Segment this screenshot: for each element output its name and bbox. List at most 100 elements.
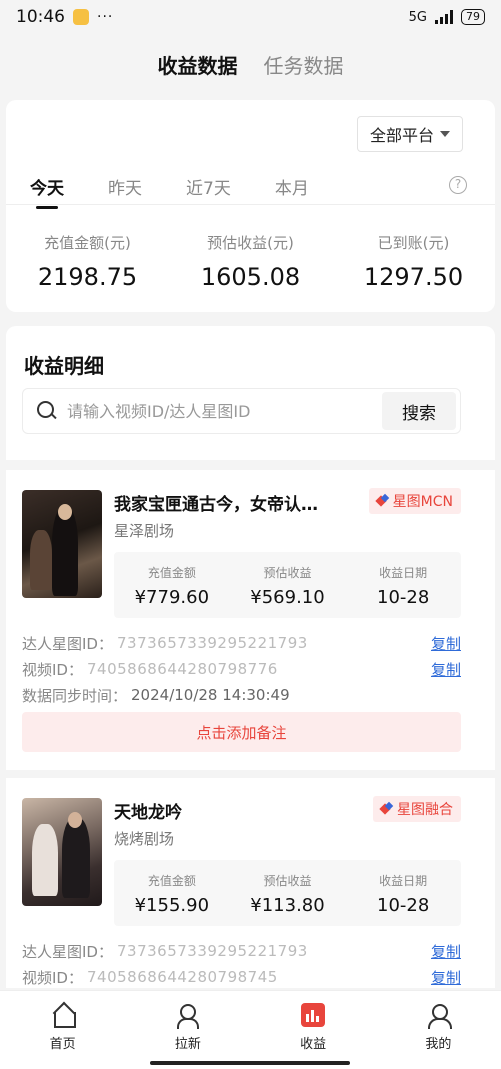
bar-chart-icon — [301, 1003, 326, 1027]
stat-estimated: 预估收益 ¥113.80 — [230, 860, 346, 926]
home-icon — [51, 1003, 76, 1028]
video-id-value: 7405868644280798745 — [86, 968, 278, 986]
star-id-row: 达人星图ID： 7373657339295221793 复制 — [22, 938, 461, 964]
stat-date: 收益日期 10-28 — [345, 860, 461, 926]
stat-value: 10-28 — [377, 587, 430, 608]
xingtu-icon — [377, 495, 389, 507]
record-card: 我家宝匣通古今，女帝认… 星泽剧场 星图MCN 充值金额 ¥779.60 预估收… — [6, 470, 495, 770]
notification-icon — [73, 9, 89, 25]
star-id-label: 达人星图ID： — [22, 942, 113, 961]
xingtu-icon — [381, 803, 393, 815]
video-id-row: 视频ID： 7405868644280798745 复制 — [22, 964, 461, 988]
source-badge: 星图MCN — [368, 488, 461, 514]
tab-this-month[interactable]: 本月 — [275, 174, 309, 199]
nav-label: 首页 — [49, 1037, 76, 1052]
tab-earnings-data[interactable]: 收益数据 — [158, 50, 238, 80]
period-tabs: 今天 昨天 近7天 本月 — [30, 174, 309, 199]
platform-select[interactable]: 全部平台 — [356, 116, 463, 152]
metric-label: 充值金额(元) — [44, 234, 131, 252]
sync-time-row: 数据同步时间： 2024/10/28 14:30:49 — [22, 682, 461, 708]
caret-down-icon — [440, 131, 450, 137]
metric-estimated-earnings: 预估收益(元) 1605.08 — [169, 232, 332, 291]
divider — [6, 204, 495, 205]
stat-recharge: 充值金额 ¥779.60 — [114, 552, 230, 618]
star-id-value: 7373657339295221793 — [116, 942, 308, 960]
tab-today[interactable]: 今天 — [30, 174, 64, 199]
bottom-nav: 首页 拉新 收益 我的 — [0, 990, 501, 1069]
copy-video-id-button[interactable]: 复制 — [431, 967, 461, 988]
search-icon — [37, 401, 57, 421]
metric-label: 已到账(元) — [377, 234, 450, 252]
stat-label: 收益日期 — [379, 566, 428, 580]
stat-value: ¥779.60 — [134, 587, 210, 608]
source-badge-label: 星图融合 — [397, 802, 453, 818]
nav-home[interactable]: 首页 — [0, 991, 125, 1069]
stat-value: ¥113.80 — [250, 895, 325, 916]
drama-title: 天地龙吟 — [114, 803, 182, 823]
stat-label: 充值金额 — [147, 874, 196, 888]
metric-value: 1605.08 — [200, 263, 301, 291]
source-badge: 星图融合 — [373, 796, 461, 822]
info-rows: 达人星图ID： 7373657339295221793 复制 视频ID： 740… — [22, 630, 461, 708]
add-remark-button[interactable]: 点击添加备注 — [22, 712, 461, 752]
status-more: ··· — [97, 9, 114, 25]
stat-value: ¥155.90 — [134, 895, 210, 916]
tab-last-7-days[interactable]: 近7天 — [186, 174, 231, 199]
drama-title: 我家宝匣通古今，女帝认… — [114, 495, 318, 515]
drama-studio: 星泽剧场 — [114, 522, 175, 540]
info-rows: 达人星图ID： 7373657339295221793 复制 视频ID： 740… — [22, 938, 461, 988]
star-id-value: 7373657339295221793 — [116, 634, 308, 652]
battery-icon: 79 — [461, 9, 485, 25]
search-button[interactable]: 搜索 — [382, 392, 456, 430]
nav-profile[interactable]: 我的 — [376, 991, 501, 1069]
record-card: 天地龙吟 烧烤剧场 星图融合 充值金额 ¥155.90 预估收益 ¥113.80… — [6, 778, 495, 988]
metric-value: 1297.50 — [363, 263, 464, 291]
top-tabs: 收益数据 任务数据 — [0, 50, 501, 80]
tab-task-data[interactable]: 任务数据 — [264, 50, 344, 80]
summary-card: 全部平台 今天 昨天 近7天 本月 ? 充值金额(元) 2198.75 预估收益… — [6, 100, 495, 312]
drama-poster[interactable] — [22, 490, 102, 598]
nav-label: 收益 — [300, 1037, 327, 1052]
section-title: 收益明细 — [24, 354, 104, 378]
nav-earnings[interactable]: 收益 — [251, 991, 376, 1069]
tab-yesterday[interactable]: 昨天 — [108, 174, 142, 199]
video-id-label: 视频ID： — [22, 660, 83, 679]
stat-value: ¥569.10 — [250, 587, 325, 608]
signal-icon — [435, 10, 453, 24]
metric-received: 已到账(元) 1297.50 — [332, 232, 495, 291]
stat-value: 10-28 — [377, 895, 430, 916]
stat-label: 收益日期 — [379, 874, 428, 888]
details-section: 收益明细 搜索 — [6, 326, 495, 460]
drama-studio: 烧烤剧场 — [114, 830, 175, 848]
video-id-value: 7405868644280798776 — [86, 660, 278, 678]
stat-label: 充值金额 — [147, 566, 196, 580]
sync-time-label: 数据同步时间： — [22, 686, 128, 705]
drama-poster[interactable] — [22, 798, 102, 906]
stat-label: 预估收益 — [263, 566, 312, 580]
search-box: 搜索 — [22, 388, 461, 434]
metric-value: 2198.75 — [37, 263, 138, 291]
copy-star-id-button[interactable]: 复制 — [431, 633, 461, 654]
nav-label: 拉新 — [174, 1037, 201, 1052]
home-indicator — [150, 1061, 350, 1065]
stat-recharge: 充值金额 ¥155.90 — [114, 860, 230, 926]
profile-icon — [426, 1003, 453, 1029]
status-bar: 10:46 ··· 5G 79 — [0, 0, 501, 34]
video-id-label: 视频ID： — [22, 968, 83, 987]
star-id-label: 达人星图ID： — [22, 634, 113, 653]
metrics-row: 充值金额(元) 2198.75 预估收益(元) 1605.08 已到账(元) 1… — [6, 232, 495, 291]
stats-box: 充值金额 ¥779.60 预估收益 ¥569.10 收益日期 10-28 — [114, 552, 461, 618]
status-time: 10:46 — [16, 7, 65, 27]
help-icon[interactable]: ? — [449, 176, 467, 194]
copy-video-id-button[interactable]: 复制 — [431, 659, 461, 680]
search-input[interactable] — [67, 401, 382, 421]
platform-select-value: 全部平台 — [369, 126, 434, 145]
sync-time-value: 2024/10/28 14:30:49 — [131, 686, 290, 704]
stat-label: 预估收益 — [263, 874, 312, 888]
network-label: 5G — [408, 9, 427, 25]
copy-star-id-button[interactable]: 复制 — [431, 941, 461, 962]
star-id-row: 达人星图ID： 7373657339295221793 复制 — [22, 630, 461, 656]
stat-date: 收益日期 10-28 — [345, 552, 461, 618]
nav-label: 我的 — [425, 1037, 452, 1052]
nav-invite[interactable]: 拉新 — [125, 991, 250, 1069]
